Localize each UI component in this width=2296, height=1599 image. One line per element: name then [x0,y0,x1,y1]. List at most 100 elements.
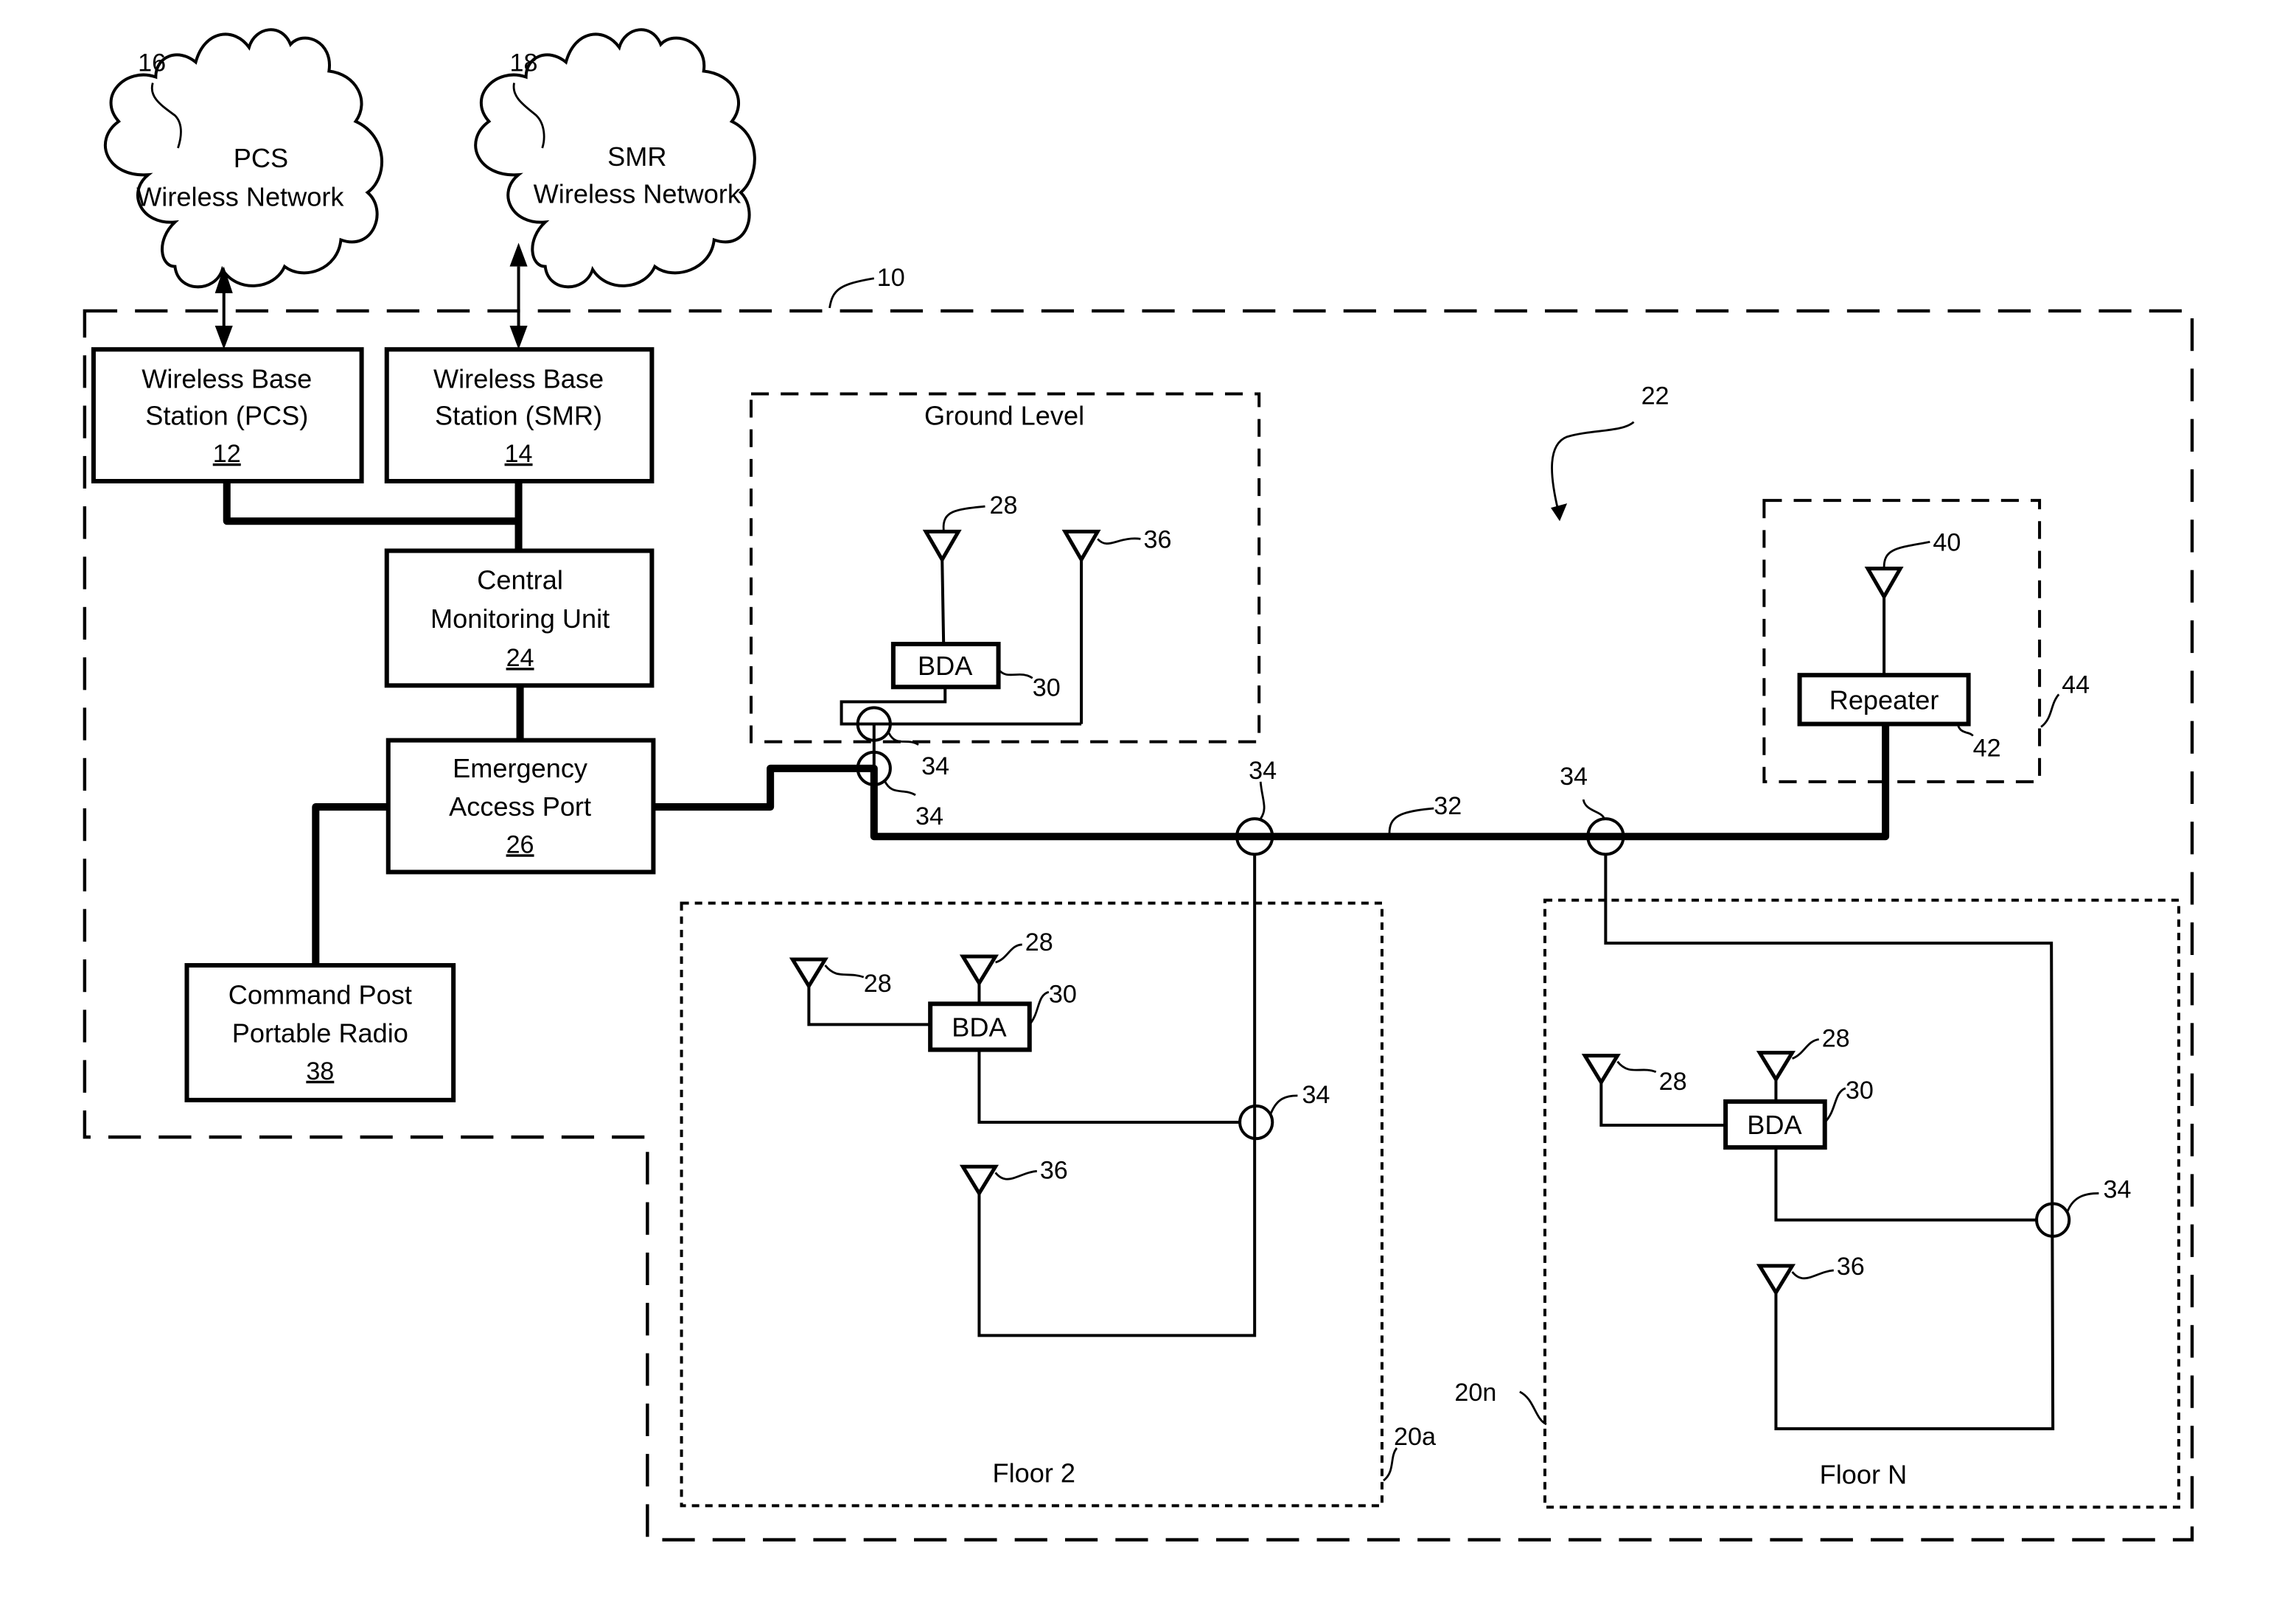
base-station-pcs: Wireless Base Station (PCS) 12 [91,347,364,484]
floor-2-antenna-28-top-leader [995,943,1022,964]
floor-2-antenna-28-left-ref: 28 [864,970,892,998]
system-ref-label: 10 [877,264,905,292]
floor-n-antenna-28-top [1756,1051,1796,1102]
floor-2-antenna-28-left-leader [824,965,865,979]
eap-line2: Access Port [449,791,591,822]
floor-2-ref-leader [1383,1447,1398,1482]
base-station-pcs-line2: Station (PCS) [145,401,308,431]
floor-2-riser [977,854,1257,1337]
ground-antenna-28-leader [942,505,985,531]
ground-coupler-upper-ref: 34 [921,752,949,780]
floor-n-antenna-28-top-leader [1791,1038,1820,1060]
floor-2-bda-ref-leader [1028,990,1050,1026]
ground-antenna-36-ref: 36 [1143,525,1171,553]
trunk-coupler-floorN-leader [1582,799,1605,819]
base-station-smr-ref: 14 [505,440,533,468]
trunk-coupler-floor2-leader [1259,781,1266,819]
repeater: Repeater [1797,673,1971,727]
floor-2-bda-label: BDA [952,1012,1007,1042]
patent-diagram: 10 PCS Wireless Network 16 SMR Wireless … [83,28,2194,1542]
pcs-network-subtitle: Wireless Network [136,181,344,211]
floor-2-coupler [1238,1104,1274,1141]
repeater-antenna-ref: 40 [1933,528,1961,556]
floor-n-antenna-28-left-ref: 28 [1659,1068,1687,1096]
central-monitoring-unit: Central Monitoring Unit 24 [384,548,655,688]
floor-n-bda-ref: 30 [1846,1077,1874,1105]
eap-ref: 26 [506,830,534,858]
floor-n-ref: 20n [1454,1379,1496,1407]
floor-2-antenna-28-left [789,957,931,1026]
pcs-network-title: PCS [234,143,288,173]
floor-n-bda: BDA [1723,1099,1827,1150]
floor-n-title: Floor N [1820,1459,1908,1489]
base-station-smr-line2: Station (SMR) [435,401,602,431]
ground-bda-ref: 30 [1033,673,1061,701]
base-station-smr: Wireless Base Station (SMR) 14 [384,347,655,484]
floor-n-riser [1604,854,2055,1430]
floor-2-ref: 20a [1394,1423,1436,1451]
floor-n-bda-feed [1774,1147,2039,1222]
floor-2-antenna-28-top-ref: 28 [1025,928,1053,956]
command-post-ref: 38 [306,1057,334,1085]
ground-bda: BDA [890,642,1001,690]
pcs-network-ref: 16 [138,49,166,77]
smr-link-arrow [509,242,528,350]
floor-n-antenna-36 [1756,1264,1796,1296]
floor-n-antenna-28-left-leader [1616,1060,1657,1074]
floor-2-antenna-36-ref: 36 [1040,1156,1068,1184]
floor-2-antenna-36 [959,1164,999,1197]
ground-bda-ref-leader [997,668,1033,679]
command-post-radio: Command Post Portable Radio 38 [184,963,456,1102]
repeater-ref-leader [1957,724,1974,737]
trunk-coupler-floor2-ref: 34 [1249,757,1277,785]
cmu-ref: 24 [506,644,534,672]
floor-2-bda: BDA [928,1001,1032,1052]
das-ref-label: 22 [1641,382,1669,410]
cmu-line2: Monitoring Unit [430,603,610,634]
repeater-antenna-40 [1864,567,1904,676]
ground-antenna-36-leader [1097,537,1141,545]
base-station-smr-line1: Wireless Base [433,363,604,393]
ground-level-title: Ground Level [924,401,1084,431]
repeater-antenna-leader [1882,541,1930,567]
eap-to-command-post-link [312,803,388,966]
smr-network-ref: 18 [510,49,538,77]
eap-line1: Emergency [453,753,587,783]
floor-2-bda-ref: 30 [1049,980,1077,1008]
floor-2-bda-feed [977,1049,1242,1124]
floor-n-bda-label: BDA [1747,1110,1802,1140]
floor-2-title: Floor 2 [993,1458,1076,1488]
base-station-bus [223,481,523,551]
repeater-zone-leader [2040,693,2060,728]
repeater-label: Repeater [1829,685,1939,715]
floor-n-bda-ref-leader [1824,1087,1846,1124]
floor-n-antenna-28-top-ref: 28 [1822,1025,1850,1053]
command-post-line2: Portable Radio [232,1018,408,1049]
system-ref-leader [828,277,875,309]
floor-n-antenna-28-left [1581,1054,1726,1127]
floor-n-coupler-ref: 34 [2103,1175,2131,1203]
ground-coupler-lower-ref: 34 [915,802,943,830]
floor-n-antenna-36-ref: 36 [1837,1253,1865,1281]
ground-bda-label: BDA [918,651,973,681]
das-ref-arrowhead [1551,503,1568,522]
das-ref-arrow-leader [1551,421,1635,511]
smr-network-subtitle: Wireless Network [534,178,742,209]
cmu-line1: Central [477,565,563,595]
ground-antenna-36 [1061,529,1101,724]
floor-2-zone [680,901,1383,1508]
ground-antenna-28 [922,529,962,646]
base-station-pcs-ref: 12 [213,440,241,468]
smr-network-title: SMR [607,141,666,172]
floor-n-ref-leader [1519,1390,1547,1426]
command-post-line1: Command Post [228,979,412,1010]
ground-coupler-lower-leader [883,780,916,797]
trunk-coupler-floorN-ref: 34 [1560,763,1588,791]
floor-2-coupler-leader [1269,1094,1298,1114]
trunk-ref-leader [1388,807,1434,834]
floor-2-coupler-ref: 34 [1302,1081,1330,1109]
base-station-pcs-line1: Wireless Base [142,363,312,393]
building-boundary [83,309,2194,1542]
ground-level-zone [750,392,1261,743]
floor-2-antenna-28-top [959,954,999,1004]
